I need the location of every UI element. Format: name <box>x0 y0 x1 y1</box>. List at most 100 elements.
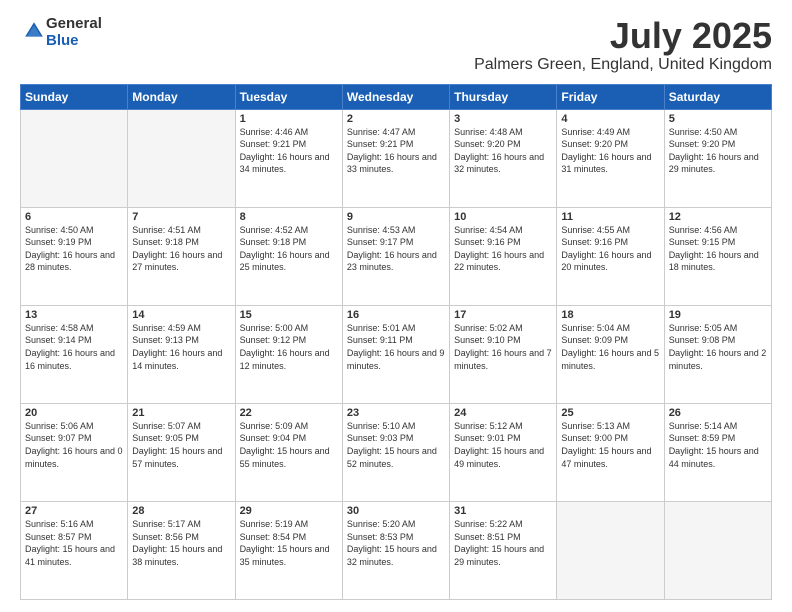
day-number: 15 <box>240 309 338 321</box>
day-info-line: Sunrise: 4:49 AM <box>561 126 659 139</box>
day-number: 31 <box>454 505 552 517</box>
day-number: 4 <box>561 113 659 125</box>
day-info: Sunrise: 4:52 AMSunset: 9:18 PMDaylight:… <box>240 224 338 274</box>
day-info: Sunrise: 5:17 AMSunset: 8:56 PMDaylight:… <box>132 518 230 568</box>
calendar-day-cell: 16Sunrise: 5:01 AMSunset: 9:11 PMDayligh… <box>342 305 449 403</box>
day-info-line: Sunset: 9:16 PM <box>561 236 659 249</box>
day-info-line: Sunset: 9:18 PM <box>240 236 338 249</box>
day-number: 12 <box>669 211 767 223</box>
day-number: 7 <box>132 211 230 223</box>
day-info-line: Sunrise: 5:10 AM <box>347 420 445 433</box>
day-info-line: Sunset: 9:20 PM <box>454 138 552 151</box>
day-number: 5 <box>669 113 767 125</box>
calendar-table: SundayMondayTuesdayWednesdayThursdayFrid… <box>20 84 772 600</box>
logo-general: General <box>46 16 102 33</box>
day-info-line: Daylight: 16 hours and 14 minutes. <box>132 347 230 372</box>
day-info-line: Sunset: 9:07 PM <box>25 432 123 445</box>
calendar-day-cell: 11Sunrise: 4:55 AMSunset: 9:16 PMDayligh… <box>557 207 664 305</box>
day-number: 25 <box>561 407 659 419</box>
day-number: 13 <box>25 309 123 321</box>
calendar-day-cell: 30Sunrise: 5:20 AMSunset: 8:53 PMDayligh… <box>342 501 449 599</box>
calendar-day-cell <box>557 501 664 599</box>
calendar-day-cell: 26Sunrise: 5:14 AMSunset: 8:59 PMDayligh… <box>664 403 771 501</box>
day-info-line: Sunset: 9:17 PM <box>347 236 445 249</box>
day-info-line: Sunrise: 4:59 AM <box>132 322 230 335</box>
day-info-line: Sunrise: 4:46 AM <box>240 126 338 139</box>
day-info-line: Sunrise: 5:13 AM <box>561 420 659 433</box>
calendar-day-cell: 21Sunrise: 5:07 AMSunset: 9:05 PMDayligh… <box>128 403 235 501</box>
logo: General Blue <box>20 16 102 49</box>
day-info-line: Sunrise: 4:53 AM <box>347 224 445 237</box>
calendar-day-cell: 28Sunrise: 5:17 AMSunset: 8:56 PMDayligh… <box>128 501 235 599</box>
day-info: Sunrise: 5:04 AMSunset: 9:09 PMDaylight:… <box>561 322 659 372</box>
day-info: Sunrise: 4:50 AMSunset: 9:20 PMDaylight:… <box>669 126 767 176</box>
calendar-day-cell: 12Sunrise: 4:56 AMSunset: 9:15 PMDayligh… <box>664 207 771 305</box>
calendar-day-cell: 19Sunrise: 5:05 AMSunset: 9:08 PMDayligh… <box>664 305 771 403</box>
day-info-line: Sunset: 9:13 PM <box>132 334 230 347</box>
calendar-day-header: Friday <box>557 84 664 109</box>
day-info-line: Daylight: 15 hours and 32 minutes. <box>347 543 445 568</box>
day-info-line: Daylight: 16 hours and 25 minutes. <box>240 249 338 274</box>
day-info-line: Sunrise: 5:22 AM <box>454 518 552 531</box>
calendar-day-cell: 9Sunrise: 4:53 AMSunset: 9:17 PMDaylight… <box>342 207 449 305</box>
day-number: 20 <box>25 407 123 419</box>
day-info: Sunrise: 4:56 AMSunset: 9:15 PMDaylight:… <box>669 224 767 274</box>
day-info-line: Sunrise: 4:51 AM <box>132 224 230 237</box>
day-info-line: Sunset: 8:51 PM <box>454 531 552 544</box>
day-info-line: Daylight: 16 hours and 18 minutes. <box>669 249 767 274</box>
calendar-day-cell: 1Sunrise: 4:46 AMSunset: 9:21 PMDaylight… <box>235 109 342 207</box>
calendar-day-cell: 5Sunrise: 4:50 AMSunset: 9:20 PMDaylight… <box>664 109 771 207</box>
calendar-day-header: Monday <box>128 84 235 109</box>
day-info: Sunrise: 4:46 AMSunset: 9:21 PMDaylight:… <box>240 126 338 176</box>
day-number: 3 <box>454 113 552 125</box>
day-info-line: Sunset: 9:11 PM <box>347 334 445 347</box>
day-number: 27 <box>25 505 123 517</box>
day-info-line: Daylight: 15 hours and 38 minutes. <box>132 543 230 568</box>
day-info-line: Daylight: 16 hours and 7 minutes. <box>454 347 552 372</box>
day-info-line: Sunset: 9:20 PM <box>669 138 767 151</box>
calendar-header-row: SundayMondayTuesdayWednesdayThursdayFrid… <box>21 84 772 109</box>
day-number: 9 <box>347 211 445 223</box>
calendar-day-cell: 18Sunrise: 5:04 AMSunset: 9:09 PMDayligh… <box>557 305 664 403</box>
calendar-day-header: Thursday <box>450 84 557 109</box>
calendar-day-cell: 7Sunrise: 4:51 AMSunset: 9:18 PMDaylight… <box>128 207 235 305</box>
calendar-day-cell <box>21 109 128 207</box>
day-info: Sunrise: 4:58 AMSunset: 9:14 PMDaylight:… <box>25 322 123 372</box>
calendar-day-cell: 31Sunrise: 5:22 AMSunset: 8:51 PMDayligh… <box>450 501 557 599</box>
logo-blue: Blue <box>46 33 102 50</box>
day-info-line: Sunset: 9:00 PM <box>561 432 659 445</box>
day-info-line: Daylight: 15 hours and 41 minutes. <box>25 543 123 568</box>
day-info: Sunrise: 4:59 AMSunset: 9:13 PMDaylight:… <box>132 322 230 372</box>
calendar-day-cell: 24Sunrise: 5:12 AMSunset: 9:01 PMDayligh… <box>450 403 557 501</box>
day-number: 10 <box>454 211 552 223</box>
calendar-day-cell: 2Sunrise: 4:47 AMSunset: 9:21 PMDaylight… <box>342 109 449 207</box>
day-info-line: Sunset: 8:54 PM <box>240 531 338 544</box>
day-info-line: Sunset: 9:21 PM <box>347 138 445 151</box>
day-info: Sunrise: 5:20 AMSunset: 8:53 PMDaylight:… <box>347 518 445 568</box>
subtitle: Palmers Green, England, United Kingdom <box>474 56 772 74</box>
day-info-line: Sunset: 9:12 PM <box>240 334 338 347</box>
calendar-day-cell: 15Sunrise: 5:00 AMSunset: 9:12 PMDayligh… <box>235 305 342 403</box>
day-info-line: Sunrise: 4:56 AM <box>669 224 767 237</box>
day-info-line: Sunrise: 5:01 AM <box>347 322 445 335</box>
day-info-line: Daylight: 16 hours and 0 minutes. <box>25 445 123 470</box>
day-info-line: Sunset: 9:03 PM <box>347 432 445 445</box>
page: General Blue July 2025 Palmers Green, En… <box>0 0 792 612</box>
day-info-line: Sunset: 9:15 PM <box>669 236 767 249</box>
day-number: 28 <box>132 505 230 517</box>
day-info: Sunrise: 4:54 AMSunset: 9:16 PMDaylight:… <box>454 224 552 274</box>
day-number: 23 <box>347 407 445 419</box>
logo-text: General Blue <box>46 16 102 49</box>
day-number: 11 <box>561 211 659 223</box>
day-info-line: Daylight: 16 hours and 20 minutes. <box>561 249 659 274</box>
day-info-line: Sunrise: 5:06 AM <box>25 420 123 433</box>
calendar-day-cell: 14Sunrise: 4:59 AMSunset: 9:13 PMDayligh… <box>128 305 235 403</box>
day-info: Sunrise: 4:50 AMSunset: 9:19 PMDaylight:… <box>25 224 123 274</box>
calendar-day-cell: 23Sunrise: 5:10 AMSunset: 9:03 PMDayligh… <box>342 403 449 501</box>
calendar-week-row: 20Sunrise: 5:06 AMSunset: 9:07 PMDayligh… <box>21 403 772 501</box>
day-info-line: Sunrise: 5:07 AM <box>132 420 230 433</box>
calendar-day-cell <box>128 109 235 207</box>
day-info-line: Sunrise: 5:16 AM <box>25 518 123 531</box>
day-info-line: Daylight: 15 hours and 57 minutes. <box>132 445 230 470</box>
day-info-line: Daylight: 15 hours and 52 minutes. <box>347 445 445 470</box>
